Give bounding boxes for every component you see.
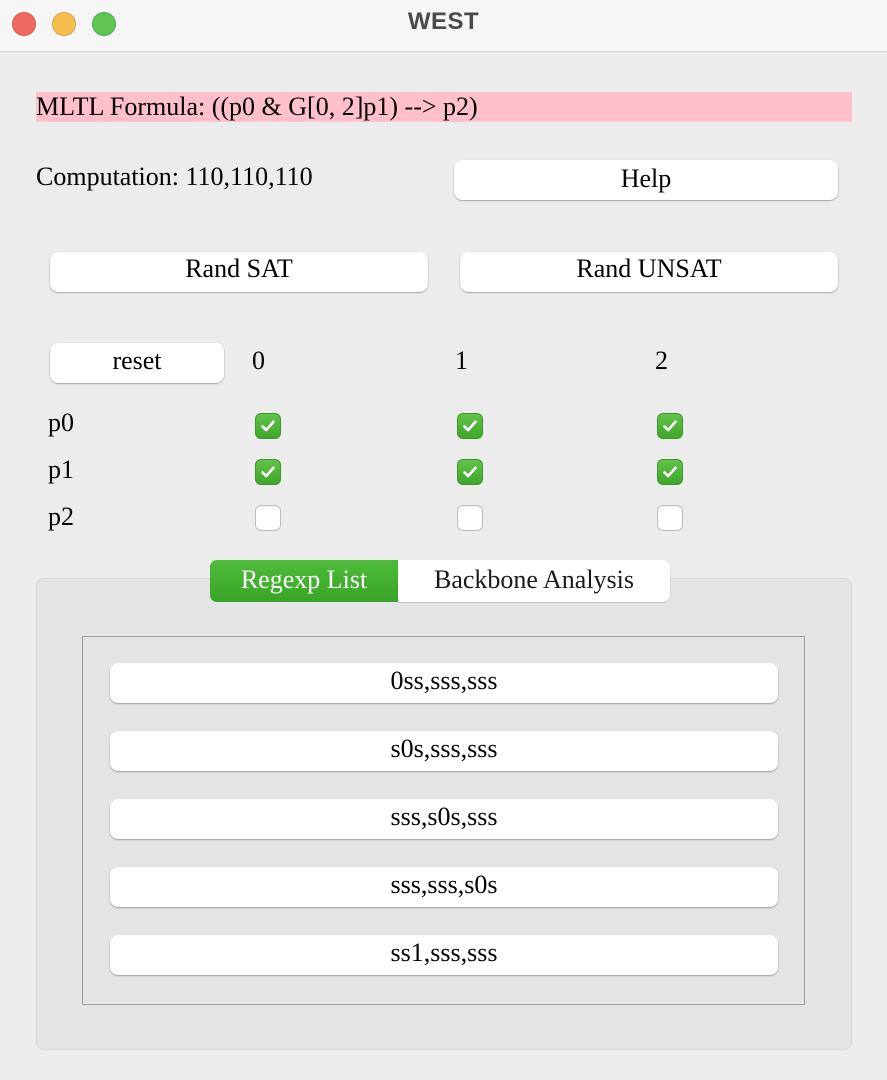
row-label-p1: p1	[48, 455, 74, 484]
regexp-list-item[interactable]: s0s,sss,sss	[110, 731, 778, 771]
checkbox-p1-1[interactable]	[457, 459, 483, 485]
reset-button[interactable]: reset	[50, 343, 224, 383]
column-header-0: 0	[252, 346, 265, 375]
tab-backbone-analysis[interactable]: Backbone Analysis	[398, 560, 670, 602]
computation-label: Computation: 110,110,110	[36, 162, 313, 191]
help-button[interactable]: Help	[454, 160, 838, 200]
rand-unsat-button[interactable]: Rand UNSAT	[460, 252, 838, 292]
row-label-p0: p0	[48, 408, 74, 437]
title-bar[interactable]: WEST	[0, 0, 887, 52]
checkbox-p2-1[interactable]	[457, 505, 483, 531]
window-title: WEST	[407, 8, 480, 35]
checkmark-icon	[261, 466, 275, 478]
checkbox-p1-0[interactable]	[255, 459, 281, 485]
checkbox-p0-0[interactable]	[255, 413, 281, 439]
checkbox-p2-2[interactable]	[657, 505, 683, 531]
tab-regexp-list[interactable]: Regexp List	[210, 560, 398, 602]
regexp-list-item[interactable]: sss,sss,s0s	[110, 867, 778, 907]
checkbox-p2-0[interactable]	[255, 505, 281, 531]
rand-sat-button[interactable]: Rand SAT	[50, 252, 428, 292]
regexp-list-item[interactable]: sss,s0s,sss	[110, 799, 778, 839]
checkbox-p1-2[interactable]	[657, 459, 683, 485]
app-window: WEST MLTL Formula: ((p0 & G[0, 2]p1) -->…	[0, 0, 887, 1080]
row-label-p2: p2	[48, 502, 74, 531]
checkmark-icon	[663, 466, 677, 478]
checkmark-icon	[463, 466, 477, 478]
checkmark-icon	[463, 420, 477, 432]
column-header-2: 2	[655, 346, 668, 375]
checkmark-icon	[663, 420, 677, 432]
checkbox-p0-2[interactable]	[657, 413, 683, 439]
checkmark-icon	[261, 420, 275, 432]
mltl-formula-label: MLTL Formula: ((p0 & G[0, 2]p1) --> p2)	[36, 92, 852, 122]
regexp-list-item[interactable]: ss1,sss,sss	[110, 935, 778, 975]
checkbox-p0-1[interactable]	[457, 413, 483, 439]
regexp-list-item[interactable]: 0ss,sss,sss	[110, 663, 778, 703]
column-header-1: 1	[455, 346, 468, 375]
